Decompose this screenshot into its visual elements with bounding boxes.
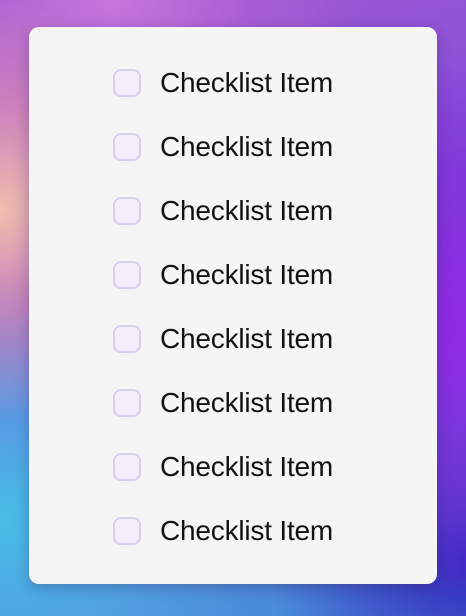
checklist-item[interactable]: Checklist Item: [113, 179, 333, 243]
checklist: Checklist Item Checklist Item Checklist …: [113, 61, 333, 563]
checklist-item-label: Checklist Item: [160, 67, 334, 98]
checklist-item[interactable]: Checklist Item: [113, 115, 333, 179]
checklist-item-label: Checklist Item: [160, 515, 334, 546]
checklist-item-label: Checklist Item: [160, 387, 334, 418]
checklist-item-label: Checklist Item: [160, 451, 334, 482]
checkbox[interactable]: [113, 517, 141, 545]
checklist-item[interactable]: Checklist Item: [113, 307, 333, 371]
checklist-item[interactable]: Checklist Item: [113, 243, 333, 307]
checklist-item[interactable]: Checklist Item: [113, 435, 333, 499]
checklist-item[interactable]: Checklist Item: [113, 371, 333, 435]
checkbox[interactable]: [113, 453, 141, 481]
checkbox[interactable]: [113, 325, 141, 353]
checklist-item[interactable]: Checklist Item: [113, 499, 333, 563]
checklist-item[interactable]: Checklist Item: [113, 51, 333, 115]
checkbox[interactable]: [113, 261, 141, 289]
checkbox[interactable]: [113, 389, 141, 417]
checkbox[interactable]: [113, 133, 141, 161]
checklist-item-label: Checklist Item: [160, 323, 334, 354]
checklist-item-label: Checklist Item: [160, 131, 334, 162]
checkbox[interactable]: [113, 69, 141, 97]
checklist-item-label: Checklist Item: [160, 195, 334, 226]
checklist-card: Checklist Item Checklist Item Checklist …: [29, 27, 437, 584]
checklist-item-label: Checklist Item: [160, 259, 334, 290]
checkbox[interactable]: [113, 197, 141, 225]
